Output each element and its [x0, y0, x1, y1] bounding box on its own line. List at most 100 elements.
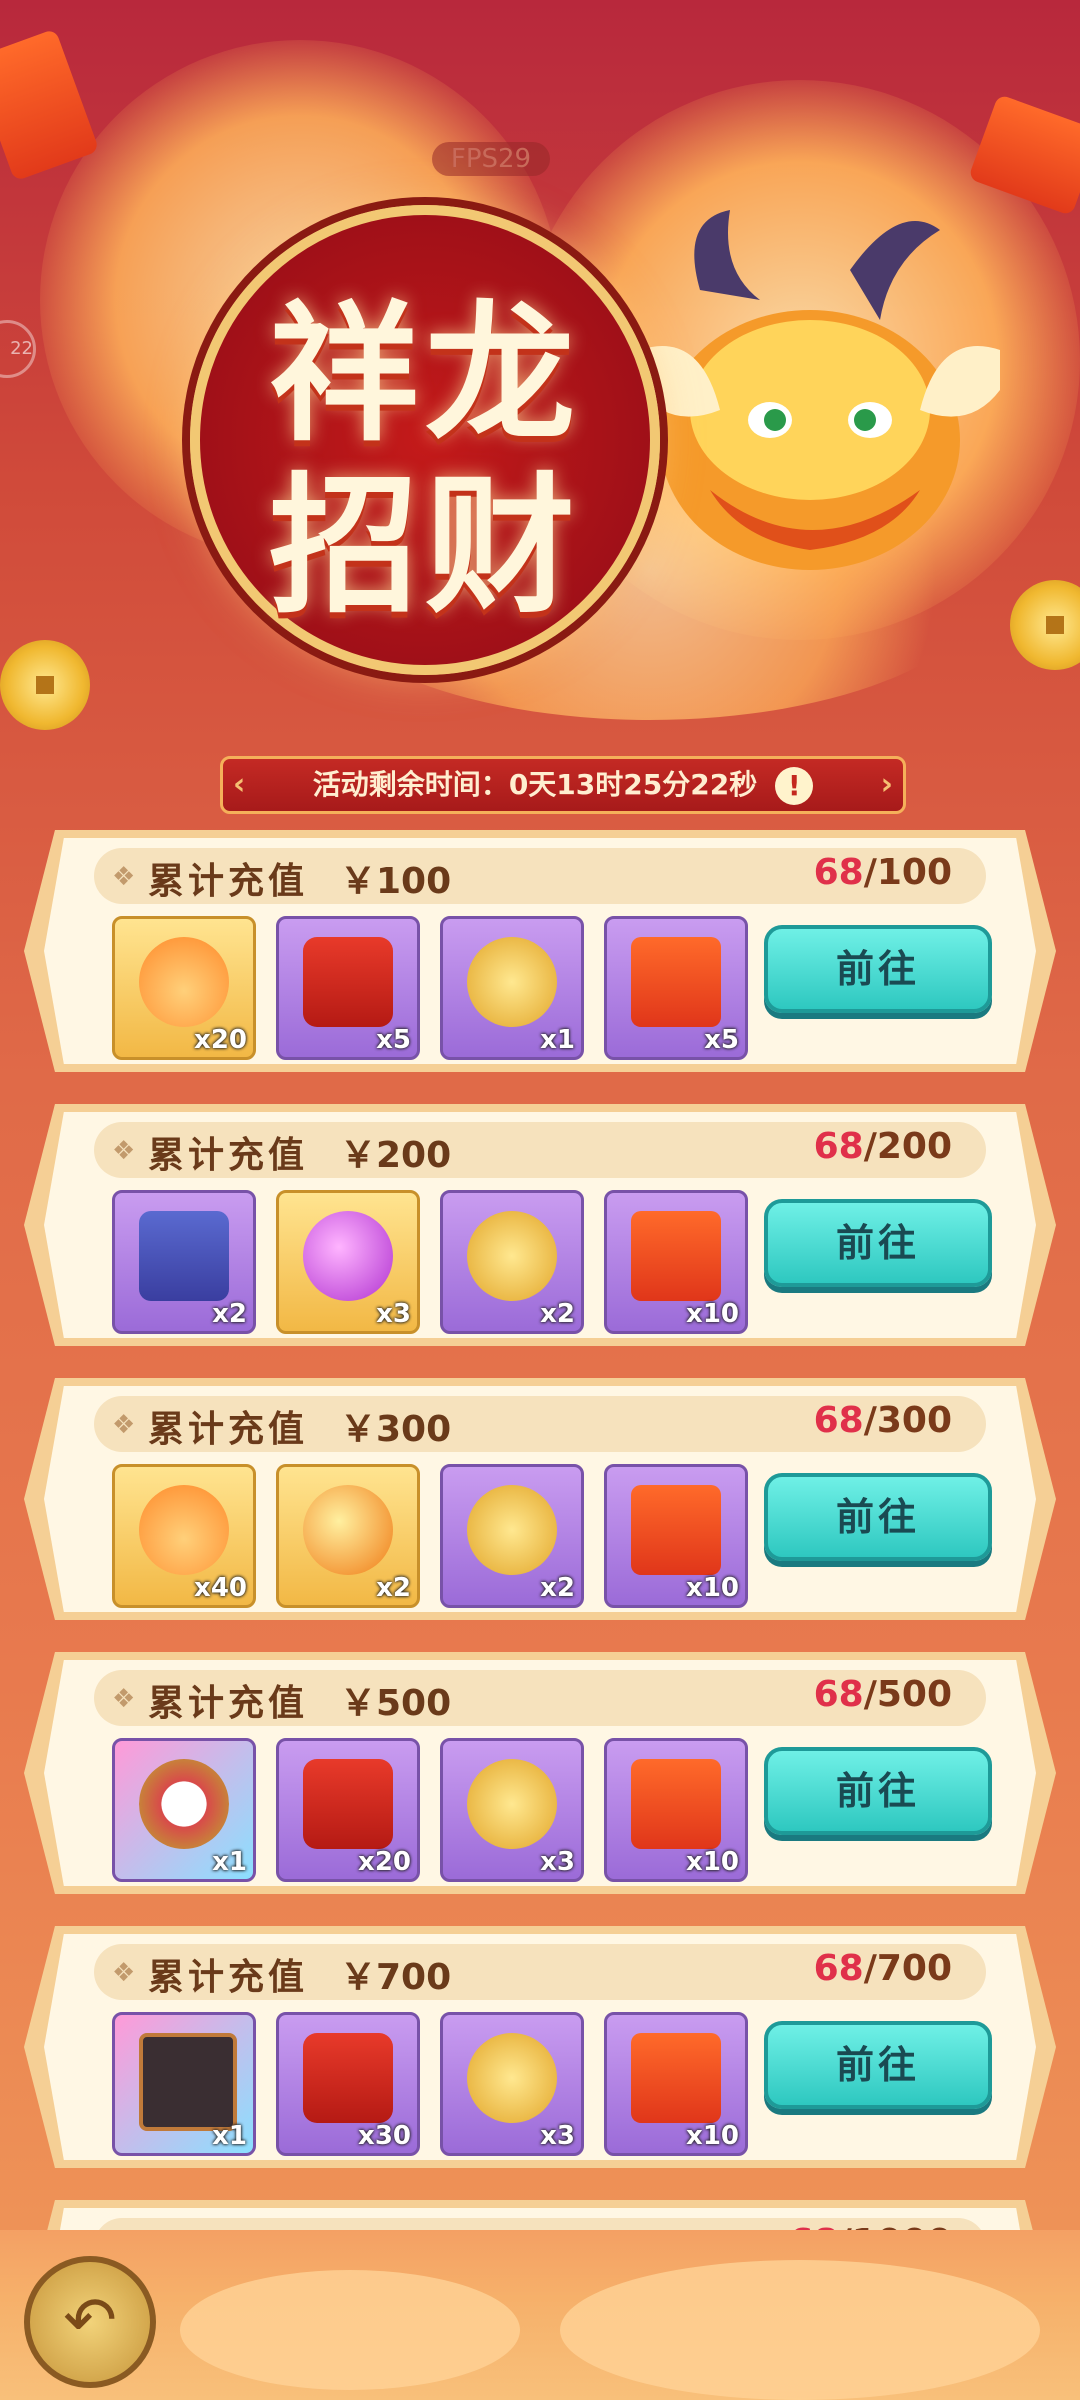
reward-quantity: x1 — [212, 2121, 247, 2151]
tier-progress: 68/300 — [814, 1400, 952, 1441]
tier-card: ❖ 累计充值 ￥200 68/200 x2 x3 x2 x10 前往 — [24, 1104, 1056, 1346]
reward-quantity: x3 — [540, 2121, 575, 2151]
reward-quantity: x5 — [376, 1025, 411, 1055]
red-envelope-icon — [631, 937, 721, 1027]
reward-quantity: x20 — [194, 1025, 247, 1055]
dragon-crystal-ball-icon — [303, 1485, 393, 1575]
timer-value: 0天13时25分22秒 — [508, 768, 758, 801]
reward-quantity: x2 — [376, 1573, 411, 1603]
tier-progress: 68/1000 — [789, 2222, 952, 2230]
title-emblem: 祥龙 招财 — [190, 205, 660, 675]
lotus-icon — [139, 1485, 229, 1575]
firecracker-icon — [303, 2033, 393, 2123]
progress-current: 68 — [813, 1126, 864, 1167]
info-icon[interactable]: ! — [775, 767, 814, 805]
reward-item[interactable]: x10 — [604, 1190, 748, 1334]
reward-item[interactable]: x20 — [112, 916, 256, 1060]
reward-quantity: x40 — [194, 1573, 247, 1603]
reward-quantity: x10 — [686, 1847, 739, 1877]
progress-current: 68 — [813, 1674, 864, 1715]
avatar-frame-icon — [139, 1759, 229, 1849]
back-button[interactable]: ↶ — [24, 2256, 156, 2388]
go-button[interactable]: 前往 — [764, 2021, 992, 2109]
tier-card: ❖ 累计充值 ￥100 68/100 x20 x5 x1 x5 前往 — [24, 830, 1056, 1072]
tier-progress: 68/200 — [814, 1126, 952, 1167]
red-envelope-icon — [631, 1211, 721, 1301]
tier-progress: 68/500 — [814, 1674, 952, 1715]
tier-label: 累计充值 — [148, 1683, 309, 1724]
dragon-coin-icon — [467, 1211, 557, 1301]
reward-item[interactable]: x5 — [604, 916, 748, 1060]
reward-item[interactable]: x20 — [276, 1738, 420, 1882]
go-button[interactable]: 前往 — [764, 1199, 992, 1287]
timer-label: 活动剩余时间： — [312, 768, 509, 801]
firecracker-icon — [303, 1759, 393, 1849]
cloud-decoration — [180, 2270, 520, 2390]
progress-target: /100 — [863, 852, 952, 893]
red-envelope-icon — [631, 1759, 721, 1849]
event-timer: ‹ 活动剩余时间：0天13时25分22秒! › — [220, 756, 906, 814]
progress-current: 68 — [813, 1948, 864, 1989]
progress-target: /200 — [863, 1126, 952, 1167]
bottom-cloud-area — [0, 2230, 1080, 2400]
go-button[interactable]: 前往 — [764, 1473, 992, 1561]
tier-amount: ￥200 — [340, 1135, 452, 1176]
progress-current: 68 — [813, 1400, 864, 1441]
tier-progress: 68/100 — [814, 852, 952, 893]
treasure-chest-icon — [139, 1211, 229, 1301]
diamond-ornament-icon: ❖ — [112, 1684, 136, 1714]
title-line-2: 招财 — [268, 458, 581, 634]
reward-item[interactable]: x10 — [604, 2012, 748, 2156]
reward-item[interactable]: x3 — [440, 1738, 584, 1882]
tier-amount: ￥100 — [340, 861, 452, 902]
tier-label: 累计充值 — [148, 1957, 309, 1998]
reward-quantity: x10 — [686, 2121, 739, 2151]
reward-quantity: x1 — [540, 1025, 575, 1055]
reward-item[interactable]: x10 — [604, 1738, 748, 1882]
diamond-ornament-icon: ❖ — [112, 1958, 136, 1988]
reward-item[interactable]: x10 — [604, 1464, 748, 1608]
reward-item[interactable]: x2 — [440, 1190, 584, 1334]
tier-label: 累计充值 — [148, 2222, 308, 2230]
left-ornament-icon: ‹ — [233, 767, 246, 802]
reward-item[interactable]: x2 — [276, 1464, 420, 1608]
reward-item[interactable]: x1 — [112, 1738, 256, 1882]
tier-progress: 68/700 — [814, 1948, 952, 1989]
reward-quantity: x1 — [212, 1847, 247, 1877]
reward-item[interactable]: x2 — [440, 1464, 584, 1608]
reward-item[interactable]: x1 — [112, 2012, 256, 2156]
coin-decoration — [1010, 580, 1080, 670]
recharge-tier-list[interactable]: ❖ 累计充值 ￥100 68/100 x20 x5 x1 x5 前往 ❖ 累计充值 ￥200 68/20… — [0, 830, 1080, 2230]
reward-quantity: x30 — [358, 2121, 411, 2151]
reward-quantity: x20 — [358, 1847, 411, 1877]
reward-item[interactable]: x3 — [276, 1190, 420, 1334]
reward-item[interactable]: x1 — [440, 916, 584, 1060]
reward-item[interactable]: x5 — [276, 916, 420, 1060]
tier-amount: ￥700 — [340, 1957, 452, 1998]
tier-label: 累计充值 — [148, 1409, 309, 1450]
tier-card: ❖ 累计充值 ￥500 68/500 x1 x20 x3 x10 前往 — [24, 1652, 1056, 1894]
dragon-coin-icon — [467, 937, 557, 1027]
reward-item[interactable]: x40 — [112, 1464, 256, 1608]
reward-item[interactable]: x30 — [276, 2012, 420, 2156]
coin-decoration — [0, 640, 90, 730]
progress-target: /1000 — [839, 2222, 952, 2230]
tier-card: ❖ 累计充值 ￥700 68/700 x1 x30 x3 x10 前往 — [24, 1926, 1056, 2168]
reward-quantity: x2 — [540, 1299, 575, 1329]
reward-item[interactable]: x3 — [440, 2012, 584, 2156]
progress-current: 68 — [789, 2222, 839, 2230]
go-button[interactable]: 前往 — [764, 1747, 992, 1835]
progress-target: /700 — [863, 1948, 952, 1989]
tier-label: 累计充值 — [148, 861, 309, 902]
diamond-ornament-icon: ❖ — [112, 1410, 136, 1440]
reward-quantity: x10 — [686, 1573, 739, 1603]
go-button[interactable]: 前往 — [764, 925, 992, 1013]
right-ornament-icon: › — [880, 767, 893, 802]
tier-label: 累计充值 — [148, 1135, 309, 1176]
tier-card: ❖累计充值￥100068/1000前往 — [24, 2200, 1056, 2230]
reward-item[interactable]: x2 — [112, 1190, 256, 1334]
reward-quantity: x3 — [376, 1299, 411, 1329]
dragon-coin-icon — [467, 1485, 557, 1575]
magic-orb-icon — [303, 1211, 393, 1301]
reward-quantity: x10 — [686, 1299, 739, 1329]
